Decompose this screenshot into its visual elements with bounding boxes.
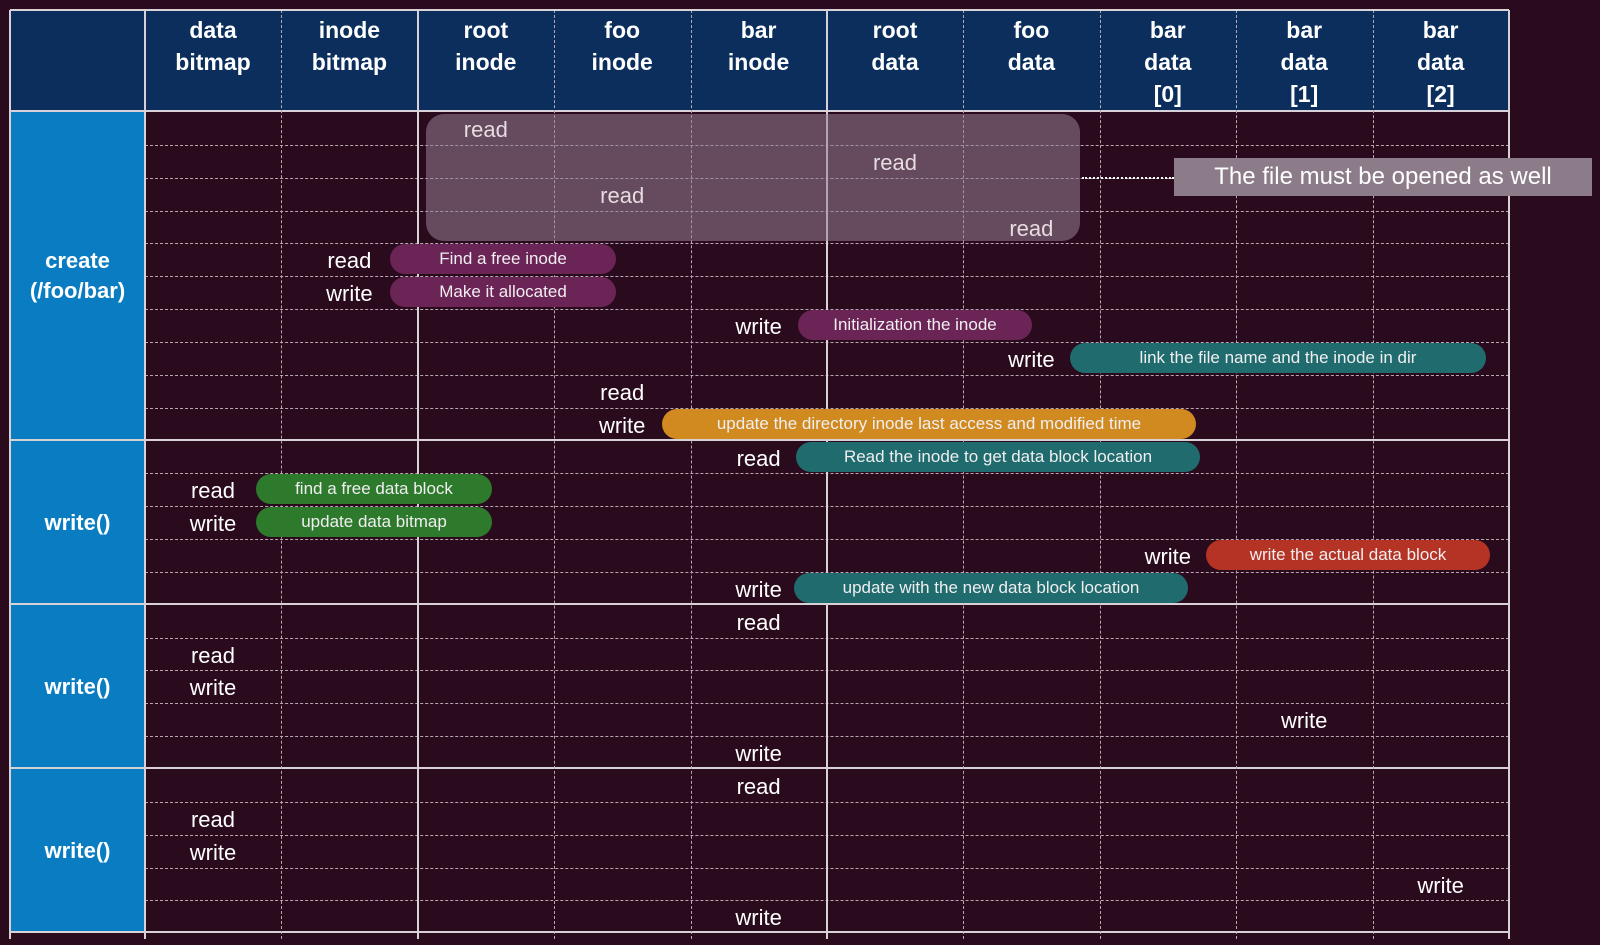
group-divider — [10, 439, 1509, 441]
annotation-pill: update data bitmap — [256, 507, 492, 538]
top-edge — [10, 9, 1509, 11]
group-divider — [10, 603, 1509, 605]
op-read: read — [600, 379, 645, 405]
annotation-pill: link the file name and the inode in dir — [1070, 342, 1486, 373]
annotation-pill: Find a free inode — [390, 244, 616, 275]
annotation-pill: update with the new data block location — [794, 572, 1188, 603]
column-header: foo inode — [591, 17, 653, 75]
callout-connector — [1082, 177, 1174, 179]
op-write: write — [1417, 872, 1464, 898]
column-header: bar data [0] — [1144, 17, 1192, 107]
group-label: write() — [44, 838, 111, 864]
column-header: data bitmap — [175, 17, 251, 75]
column-header: bar data [1] — [1280, 17, 1328, 107]
op-write: write — [189, 675, 237, 701]
op-read: read — [736, 774, 781, 799]
op-read: read — [600, 182, 645, 208]
op-read: read — [1009, 215, 1054, 241]
column-header: bar data [2] — [1416, 17, 1465, 107]
group-divider — [10, 110, 1509, 112]
column-divider-solid — [144, 10, 146, 939]
group-label: write() — [44, 509, 111, 535]
left-edge — [9, 10, 11, 939]
group-divider — [10, 767, 1509, 769]
annotation-pill: Read the inode to get data block locatio… — [796, 441, 1200, 472]
annotation-pill: find a free data block — [256, 474, 492, 505]
group-label: create (/foo/bar) — [29, 248, 126, 304]
op-read: read — [872, 149, 918, 175]
annotation-pill: write the actual data block — [1206, 540, 1490, 571]
annotation-pill: Make it allocated — [390, 277, 616, 308]
op-read: read — [463, 117, 508, 142]
column-header: root data — [871, 17, 919, 75]
column-header: bar inode — [727, 17, 790, 75]
op-read: read — [190, 642, 236, 668]
column-divider — [1100, 10, 1101, 939]
group-label: write() — [44, 673, 111, 699]
column-divider — [1236, 10, 1237, 939]
column-header: foo data — [1007, 17, 1056, 75]
annotation-pill: update the directory inode last access a… — [662, 408, 1196, 439]
annotation-pill: Initialization the inode — [798, 310, 1032, 341]
column-divider — [1373, 10, 1374, 939]
op-read: read — [190, 806, 236, 832]
callout-box: The file must be opened as well — [1174, 158, 1592, 196]
diagram-stage: create (/foo/bar) write() write() write() d… — [0, 0, 1600, 945]
op-write: write — [735, 905, 782, 931]
op-read: read — [736, 609, 781, 635]
op-write: write — [735, 741, 782, 767]
column-divider-solid — [1508, 10, 1510, 939]
op-write: write — [1280, 708, 1328, 734]
op-write: write — [189, 839, 237, 865]
column-header: root inode — [455, 17, 517, 75]
column-header: inode bitmap — [311, 17, 388, 75]
